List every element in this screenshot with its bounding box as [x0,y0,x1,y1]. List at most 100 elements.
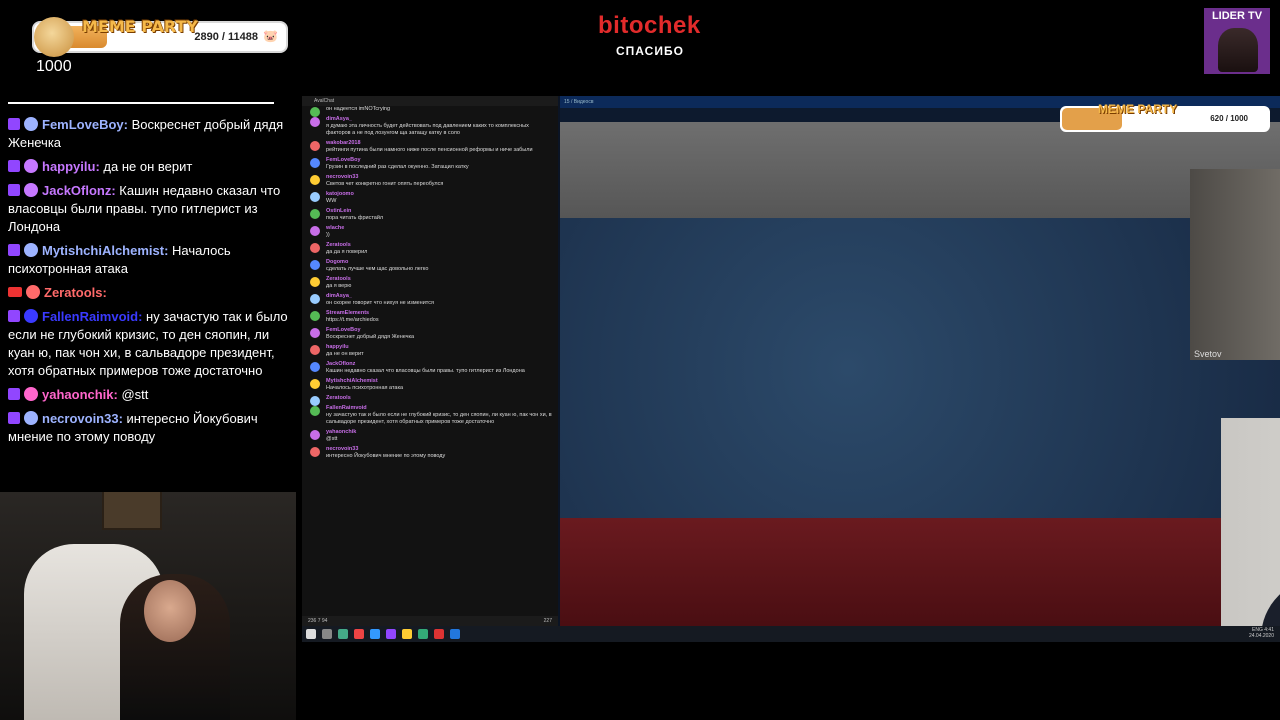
chat-window-text: )) [326,232,330,238]
avatar [310,294,320,304]
chat-username[interactable]: happyilu: [42,159,100,174]
avatar [310,158,320,168]
chat-window-username[interactable]: JackOflonz [326,361,552,368]
search-icon[interactable] [322,629,332,639]
chat-window-message: MytishchiAlchemist Началось психотронная … [302,378,558,395]
avatar [310,209,320,219]
app-icon[interactable] [338,629,348,639]
chat-window-username[interactable]: wakobar2018 [326,140,552,147]
chat-message: necrovoin33: интересно Йокубович мнение … [8,410,290,446]
app-icon[interactable] [450,629,460,639]
guest-name-label: Svetov [1194,349,1222,359]
chat-message: FemLoveBoy: Воскреснет добрый дядя Женеч… [8,116,290,152]
chat-username[interactable]: JackOflonz: [42,183,116,198]
chat-window-message: Dogomo сделать лучше чем щас довольно лег… [302,259,558,276]
chat-window-message: wakobar2018 рейтинги путина были намного … [302,140,558,157]
chat-window-username[interactable]: Zeratools [326,276,552,283]
chat-window-text: Воскреснет добрый дядя Женечка [326,334,415,340]
app-icon[interactable] [386,629,396,639]
app-icon[interactable] [418,629,428,639]
video-call-window: 15 / Видеосв MEME PARTY 620 / 1000 Sveto… [560,96,1280,626]
chat-window-username[interactable]: happyilu [326,344,552,351]
live-icon [8,287,22,297]
chat-message: JackOflonz: Кашин недавно сказал что вла… [8,182,290,236]
chat-window-footer: 236 7 94 227 [302,616,558,626]
avatar [310,430,320,440]
chat-window-message: StreamElements https://t.me/archiedos [302,310,558,327]
chat-window-username[interactable]: FemLoveBoy [326,327,552,334]
chat-window-username[interactable]: FemLoveBoy [326,157,552,164]
twitch-icon [8,244,20,256]
avatar [24,411,38,425]
avatar [310,379,320,389]
chat-text: да не он верит [99,159,193,174]
app-icon[interactable] [354,629,364,639]
chat-window-username[interactable]: katojoomo [326,191,552,198]
avatar [26,285,40,299]
twitch-icon [8,412,20,424]
chat-window-message: happyilu да не он верит [302,344,558,361]
chat-username[interactable]: yahaonchik: [42,387,118,402]
chat-window-message: JackOflonz Кашин недавно сказал что власо… [302,361,558,378]
chat-window-username[interactable]: necrovoin33 [326,446,552,453]
picture-frame [102,492,162,530]
chat-window-text: да не он верит [326,351,364,357]
chat-window-username[interactable]: FallenRaimvoid [326,405,552,412]
chat-username[interactable]: FemLoveBoy: [42,117,128,132]
chat-window-username[interactable]: dimAsya_ [326,116,552,123]
browser-icon[interactable] [434,629,444,639]
chat-window-text: сделать лучше чем щас довольно легко [326,266,429,272]
avatar [310,362,320,372]
flag-blue-stripe [560,218,1280,518]
chat-window[interactable]: AvalChat он надеется imNOTcrying dimAsya_… [302,96,558,626]
windows-taskbar[interactable]: ENG 4:41 24.04.2020 [302,626,1280,642]
viewer-count: 227 [543,618,552,624]
chat-window-title[interactable]: AvalChat [302,96,558,106]
avatar [310,311,320,321]
chat-window-message: wlache)) [302,225,558,242]
chat-window-username[interactable]: StreamElements [326,310,552,317]
chat-window-message: FallenRaimvoid ну зачастую так и было есл… [302,405,558,429]
chat-username[interactable]: FallenRaimvoid: [42,309,142,324]
chat-window-text: пора читать фристайл [326,215,384,221]
start-icon[interactable] [306,629,316,639]
chat-window-text: рейтинги путина были намного ниже после … [326,147,533,153]
chat-window-text: Началось психотронная атака [326,385,404,391]
avatar [24,117,38,131]
chat-window-message: yahaonchik @stt [302,429,558,446]
chat-username[interactable]: Zeratools: [44,285,107,300]
taskbar-clock[interactable]: ENG 4:41 24.04.2020 [1249,627,1274,639]
chat-window-username[interactable]: yahaonchik [326,429,552,436]
chat-window-message: dimAsya_ я думаю эта личность будет дейст… [302,116,558,140]
folder-icon[interactable] [402,629,412,639]
avatar [24,243,38,257]
avatar [310,175,320,185]
chat-message: FallenRaimvoid: ну зачастую так и было е… [8,308,290,380]
chat-window-text: он надеется imNOTcrying [326,106,391,112]
chat-window-username[interactable]: necrovoin33 [326,174,552,181]
chat-username[interactable]: MytishchiAlchemist: [42,243,168,258]
chat-window-message: FemLoveBoy Воскреснет добрый дядя Женечка [302,327,558,344]
chat-window-text: Кашин недавно сказал что власовцы были п… [326,368,525,374]
avatar [310,345,320,355]
app-icon[interactable] [370,629,380,639]
chat-window-username[interactable]: Zeratools [326,242,552,249]
twitch-icon [8,388,20,400]
screen-share: AvalChat он надеется imNOTcrying dimAsya_… [302,96,1280,642]
chat-window-username[interactable]: wlache [326,225,552,232]
meme-title: MEME PARTY [82,17,199,36]
chat-window-username[interactable]: MytishchiAlchemist [326,378,552,385]
chat-window-text: Грузин в последний раз сделал окуенно. З… [326,164,469,170]
chat-window-username[interactable]: Zeratools [326,395,552,402]
chat-username[interactable]: necrovoin33: [42,411,123,426]
chat-window-username[interactable]: Dogomo [326,259,552,266]
chat-window-username[interactable]: OstinLein [326,208,552,215]
chat-window-text: @stt [326,436,338,442]
chat-message: yahaonchik: @stt [8,386,290,404]
chat-window-username[interactable]: dimAsya_ [326,293,552,300]
chat-window-message: necrovoin33 интересно Йокубович мнение по… [302,446,558,463]
chat-window-text: он скорее говорит что нихуя не изменится [326,300,434,306]
twitch-icon [8,118,20,130]
chat-window-message: katojoomo WW [302,191,558,208]
chat-window-text: Светов чет конкретно гонит опять переобу… [326,181,444,187]
